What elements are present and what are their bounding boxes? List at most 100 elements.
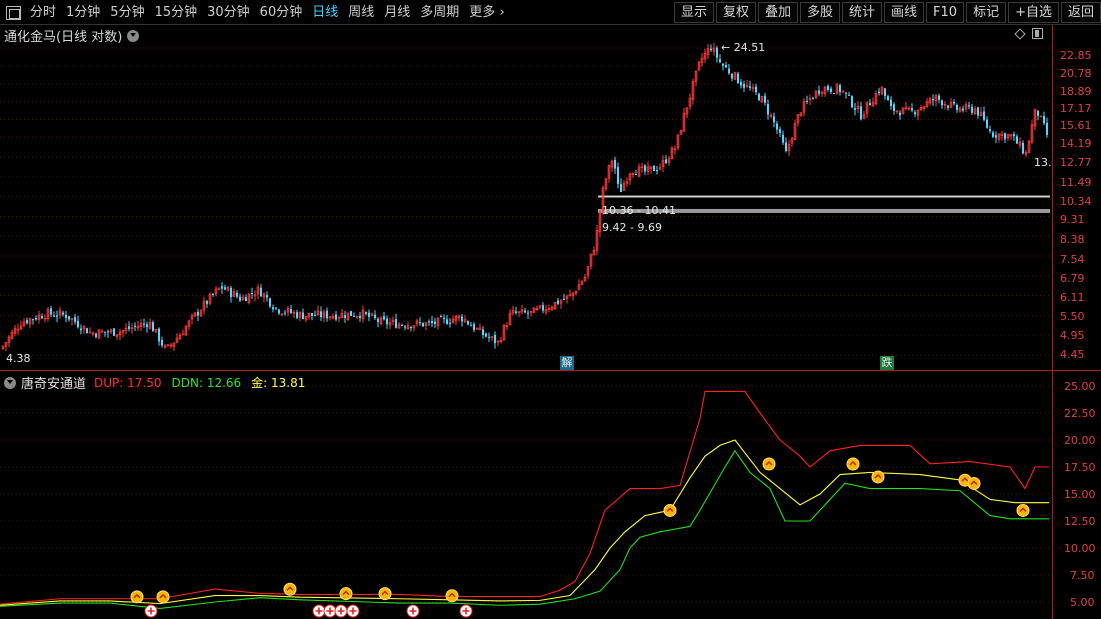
candle-body <box>635 173 637 175</box>
candle-body <box>434 321 436 324</box>
candle-body <box>482 329 484 336</box>
dropdown-circle-icon[interactable] <box>127 29 140 42</box>
candle-body <box>953 101 955 104</box>
candle-body <box>461 316 463 322</box>
buy-signal-icon <box>1016 503 1030 517</box>
candle-body <box>134 325 136 327</box>
buy-signal-icon <box>339 587 353 601</box>
candle-body <box>968 105 970 107</box>
price-tick: 18.89 <box>1060 85 1092 98</box>
candle-body <box>848 94 850 96</box>
candle-body <box>404 326 406 328</box>
candle-body <box>992 132 994 137</box>
candle-body <box>365 312 367 314</box>
candle-body <box>152 322 154 332</box>
candle-body <box>56 315 58 317</box>
chart-canvas[interactable] <box>0 0 1101 619</box>
candle-body <box>989 129 991 132</box>
candle-body <box>845 92 847 94</box>
candle-body <box>296 312 298 318</box>
arrow-left-icon: ← <box>721 41 734 54</box>
candle-body <box>890 99 892 106</box>
candle-body <box>1037 110 1039 116</box>
candle-body <box>731 73 733 79</box>
price-tick: 11.49 <box>1060 176 1092 189</box>
buy-signal-icon <box>445 589 459 603</box>
indicator-axis-line <box>1052 371 1053 619</box>
high-price-value: 24.51 <box>733 41 766 54</box>
candle-body <box>314 315 316 317</box>
candle-body <box>143 323 145 325</box>
candle-body <box>839 85 841 92</box>
buy-signal-icon <box>130 590 144 604</box>
indicator-line-ddn <box>0 449 1049 610</box>
diamond-icon[interactable] <box>1014 27 1026 40</box>
event-marker-jie[interactable]: 解 <box>560 356 574 370</box>
candle-body <box>656 170 658 172</box>
candle-body <box>914 112 916 115</box>
indicator-tick: 10.00 <box>1064 542 1096 555</box>
candle-body <box>1043 116 1045 124</box>
candle-body <box>68 316 70 320</box>
price-tick: 22.85 <box>1060 49 1092 62</box>
event-marker-die[interactable]: 跌 <box>880 356 894 370</box>
candle-body <box>665 159 667 164</box>
candle-body <box>977 107 979 116</box>
candle-body <box>386 318 388 325</box>
gold-value: 金: 13.81 <box>251 376 306 390</box>
candle-body <box>245 297 247 302</box>
candle-body <box>515 311 517 313</box>
price-tick: 6.79 <box>1060 272 1085 285</box>
candle-body <box>446 319 448 325</box>
candle-body <box>485 333 487 337</box>
candle-body <box>887 96 889 101</box>
indicator-dropdown-icon[interactable] <box>4 376 16 389</box>
candle-body <box>878 91 880 94</box>
candle-body <box>827 85 829 91</box>
high-price-label: ← 24.51 <box>721 41 765 54</box>
candle-body <box>440 316 442 318</box>
price-tick: 7.54 <box>1060 253 1085 266</box>
candle-body <box>758 93 760 101</box>
candle-body <box>32 319 34 321</box>
candle-body <box>212 293 214 295</box>
candle-body <box>557 300 559 305</box>
candle-body <box>830 88 832 92</box>
candle-body <box>335 314 337 320</box>
candle-body <box>239 296 241 301</box>
candle-body <box>224 287 226 290</box>
candle-body <box>722 63 724 66</box>
indicator-tick: 25.00 <box>1064 380 1096 393</box>
candle-body <box>395 319 397 328</box>
candle-body <box>617 167 619 184</box>
price-tick: 15.61 <box>1060 119 1092 132</box>
buy-signal-icon <box>283 582 297 596</box>
candle-body <box>1022 142 1024 154</box>
candle-body <box>302 312 304 320</box>
candle-body <box>710 48 712 51</box>
candle-body <box>911 108 913 111</box>
candle-body <box>275 307 277 309</box>
buy-signal-icon <box>846 457 860 471</box>
indicator-header[interactable]: 唐奇安通道 DUP: 17.50 DDN: 12.66 金: 13.81 <box>4 373 315 392</box>
price-tick: 4.45 <box>1060 348 1085 361</box>
pane-divider[interactable] <box>0 370 1101 371</box>
main-chart-title[interactable]: 通化金马(日线 对数) <box>4 26 140 45</box>
candle-body <box>181 333 185 336</box>
restore-window-icon[interactable] <box>1032 28 1043 39</box>
last-price-label: 13. <box>1034 156 1052 169</box>
price-tick: 10.34 <box>1060 195 1092 208</box>
zone-upper-label: 10.36 - 10.41 <box>602 204 676 217</box>
candle-body <box>35 317 37 320</box>
candle-body <box>206 300 208 304</box>
candle-body <box>893 104 895 111</box>
candle-body <box>419 322 421 324</box>
candle-body <box>368 312 370 317</box>
candle-body <box>230 287 232 298</box>
buy-signal-icon <box>967 476 981 490</box>
candle-body <box>326 310 328 319</box>
candle-body <box>65 314 67 318</box>
candle-body <box>350 310 352 317</box>
candle-body <box>251 293 253 295</box>
candle-body <box>833 93 835 95</box>
